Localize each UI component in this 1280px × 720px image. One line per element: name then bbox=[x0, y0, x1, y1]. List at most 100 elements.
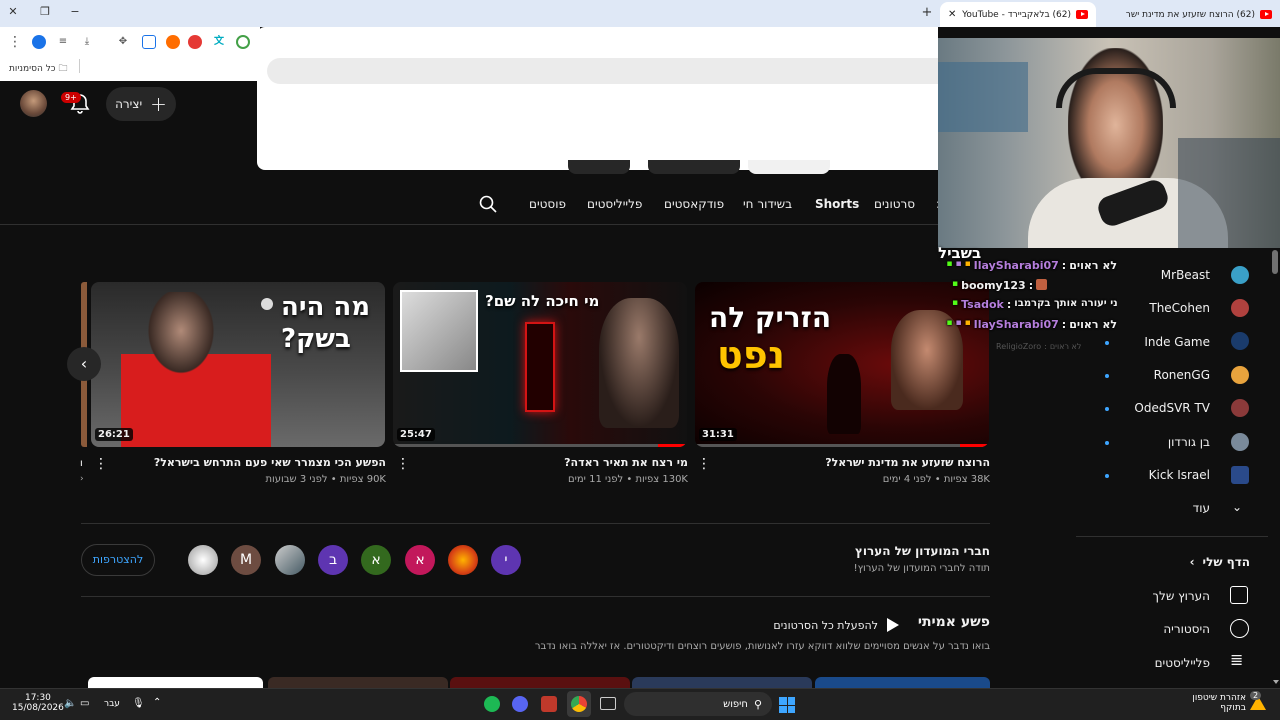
sidebar-item-inde-game[interactable]: Inde Game bbox=[1100, 335, 1210, 349]
new-tab-icon[interactable]: + bbox=[918, 5, 936, 20]
restore-window-icon[interactable]: ❐ bbox=[36, 5, 54, 18]
address-bar-dropdown bbox=[257, 27, 938, 170]
tray-overflow-icon[interactable]: ⌃ bbox=[153, 697, 161, 708]
tab-live[interactable]: בשידור חי bbox=[743, 197, 792, 211]
video-title[interactable]: הפשע הכי מצמרר שאי פעם התרחש בישראל? bbox=[118, 456, 386, 469]
duration-badge: 31:31 bbox=[699, 428, 737, 441]
extension-green-icon[interactable] bbox=[236, 35, 250, 49]
sidebar-scrollbar[interactable] bbox=[1272, 250, 1278, 274]
shelf-thumbnail[interactable] bbox=[450, 677, 630, 688]
carousel-prev-button[interactable]: ‹ bbox=[67, 347, 101, 381]
watch-progress bbox=[393, 444, 687, 447]
taskbar-search[interactable]: חיפוש ⚲ bbox=[624, 692, 772, 716]
scroll-down-icon[interactable] bbox=[1273, 680, 1279, 684]
thumbnail-text-line1: הזריק לה bbox=[709, 301, 832, 334]
shelf-thumbnail[interactable] bbox=[815, 677, 990, 688]
network-icon[interactable]: ▭ bbox=[80, 698, 89, 709]
tab-playlists[interactable]: פלייליסטים bbox=[587, 197, 642, 211]
sidebar-item-ben-gordon[interactable]: בן גורדון bbox=[1100, 435, 1210, 449]
chevron-down-icon[interactable]: ⌄ bbox=[1232, 500, 1242, 514]
download-icon[interactable]: ⤓ bbox=[80, 35, 94, 49]
emote-icon bbox=[1036, 279, 1047, 290]
minimize-window-icon[interactable]: − bbox=[66, 5, 84, 18]
sidebar-item-history[interactable]: היסטוריה bbox=[1100, 622, 1210, 636]
extension-orange-icon[interactable] bbox=[166, 35, 180, 49]
chat-message: ▪ ▪ ▪ IlaySharabi07: לא ראוים bbox=[946, 259, 1117, 272]
shelf-thumbnail[interactable] bbox=[268, 677, 448, 688]
sidebar-item-odedsvr[interactable]: OdedSVR TV bbox=[1100, 401, 1210, 415]
reading-list-icon[interactable]: ≡ bbox=[56, 35, 70, 49]
start-button[interactable] bbox=[779, 697, 795, 713]
tab-channel[interactable]: (62) בלאקביירד - YouTube ✕ bbox=[940, 2, 1096, 27]
close-tab-icon[interactable]: ✕ bbox=[948, 9, 956, 20]
video-thumbnail[interactable]: מה היה בשק? 26:21 bbox=[91, 282, 385, 447]
new-content-dot bbox=[1105, 474, 1109, 478]
microphone-icon[interactable]: 🎙 bbox=[132, 698, 145, 709]
spotify-icon[interactable] bbox=[484, 696, 500, 712]
thumbnail-person bbox=[599, 298, 679, 428]
tab-podcasts[interactable]: פודקאסטים bbox=[664, 197, 724, 211]
sidebar-item-playlists[interactable]: פלייליסטים bbox=[1100, 656, 1210, 670]
app-icon[interactable] bbox=[541, 696, 557, 712]
tab-video[interactable]: (62) הרוצח שזעזע את מדינת ישר bbox=[1098, 2, 1280, 27]
sidebar-more-button[interactable]: עוד bbox=[1100, 501, 1210, 515]
profile-icon[interactable] bbox=[32, 35, 46, 49]
weather-widget[interactable]: אזהרת שיטפון בתוקף bbox=[1190, 693, 1246, 713]
create-button[interactable]: + יצירה bbox=[106, 87, 176, 121]
task-view-icon[interactable] bbox=[600, 697, 616, 710]
chip-selected[interactable] bbox=[748, 160, 830, 174]
video-menu-button[interactable]: ⋮ bbox=[697, 456, 711, 472]
extensions-icon[interactable]: ✥ bbox=[116, 35, 130, 49]
video-menu-button[interactable]: ⋮ bbox=[94, 456, 108, 472]
shelf-thumbnail[interactable] bbox=[88, 677, 263, 688]
search-icon bbox=[479, 195, 497, 213]
room-object bbox=[938, 62, 1028, 132]
tab-videos[interactable]: סרטונים bbox=[874, 197, 915, 211]
all-bookmarks-link[interactable]: 🗀 כל הסימניות bbox=[9, 61, 67, 77]
member-avatar: א bbox=[405, 545, 435, 575]
chip[interactable] bbox=[648, 160, 740, 174]
language-indicator[interactable]: עבר bbox=[104, 699, 120, 709]
new-content-dot bbox=[1105, 374, 1109, 378]
sidebar-item-your-channel[interactable]: הערוץ שלך bbox=[1100, 589, 1210, 603]
person-box-icon bbox=[1230, 586, 1248, 604]
thumbnail-door bbox=[525, 322, 555, 412]
shelf-thumbnail[interactable] bbox=[632, 677, 812, 688]
video-meta: 130K צפיות • לפני 11 ימים bbox=[568, 474, 688, 485]
sidebar-you-header[interactable]: הדף שלי › bbox=[1190, 555, 1250, 569]
play-all-label: להפעלת כל הסרטונים bbox=[773, 618, 878, 632]
join-button[interactable]: להצטרפות bbox=[81, 544, 155, 576]
sidebar-item-kick-israel[interactable]: Kick Israel bbox=[1100, 468, 1210, 482]
clock[interactable]: 17:30 15/08/2026 bbox=[12, 693, 64, 713]
tab-shorts[interactable]: Shorts bbox=[815, 197, 859, 211]
screen-capture-icon[interactable] bbox=[142, 35, 156, 49]
chip[interactable] bbox=[568, 160, 630, 174]
channel-avatar bbox=[1231, 433, 1249, 451]
sidebar-item-ronengg[interactable]: RonenGG bbox=[1100, 368, 1210, 382]
play-icon bbox=[887, 618, 899, 632]
chrome-icon[interactable] bbox=[571, 696, 587, 712]
volume-icon[interactable]: 🔈 bbox=[64, 698, 76, 709]
thumbnail-text-line2: נפט bbox=[717, 333, 786, 377]
playlist-icon: ≣ bbox=[1230, 650, 1244, 669]
tab-posts[interactable]: פוסטים bbox=[529, 197, 566, 211]
video-title[interactable]: הרוצח שזעזע את מדינת ישראל? bbox=[722, 456, 990, 469]
play-all-button[interactable]: להפעלת כל הסרטונים bbox=[740, 617, 900, 633]
channel-search-button[interactable] bbox=[478, 194, 498, 218]
video-title[interactable]: מי רצח את תאיר ראדה? bbox=[420, 456, 688, 469]
discord-icon[interactable] bbox=[512, 696, 528, 712]
member-avatar: י bbox=[491, 545, 521, 575]
video-menu-button[interactable]: ⋮ bbox=[396, 456, 410, 472]
video-thumbnail[interactable]: הזריק לה נפט 31:31 bbox=[695, 282, 989, 447]
account-avatar[interactable] bbox=[20, 90, 47, 117]
new-content-dot bbox=[1105, 407, 1109, 411]
close-window-icon[interactable]: ✕ bbox=[4, 5, 22, 18]
member-avatar bbox=[448, 545, 478, 575]
video-thumbnail[interactable]: מי חיכה לה שם? 25:47 bbox=[393, 282, 687, 447]
address-bar-input[interactable] bbox=[267, 58, 938, 84]
partial-title: ו bbox=[80, 458, 83, 469]
extension-translate-icon[interactable]: 文 bbox=[212, 35, 226, 49]
channel-avatar bbox=[1231, 366, 1249, 384]
menu-dots-icon[interactable]: ⋮ bbox=[8, 35, 22, 49]
extension-red-icon[interactable] bbox=[188, 35, 202, 49]
